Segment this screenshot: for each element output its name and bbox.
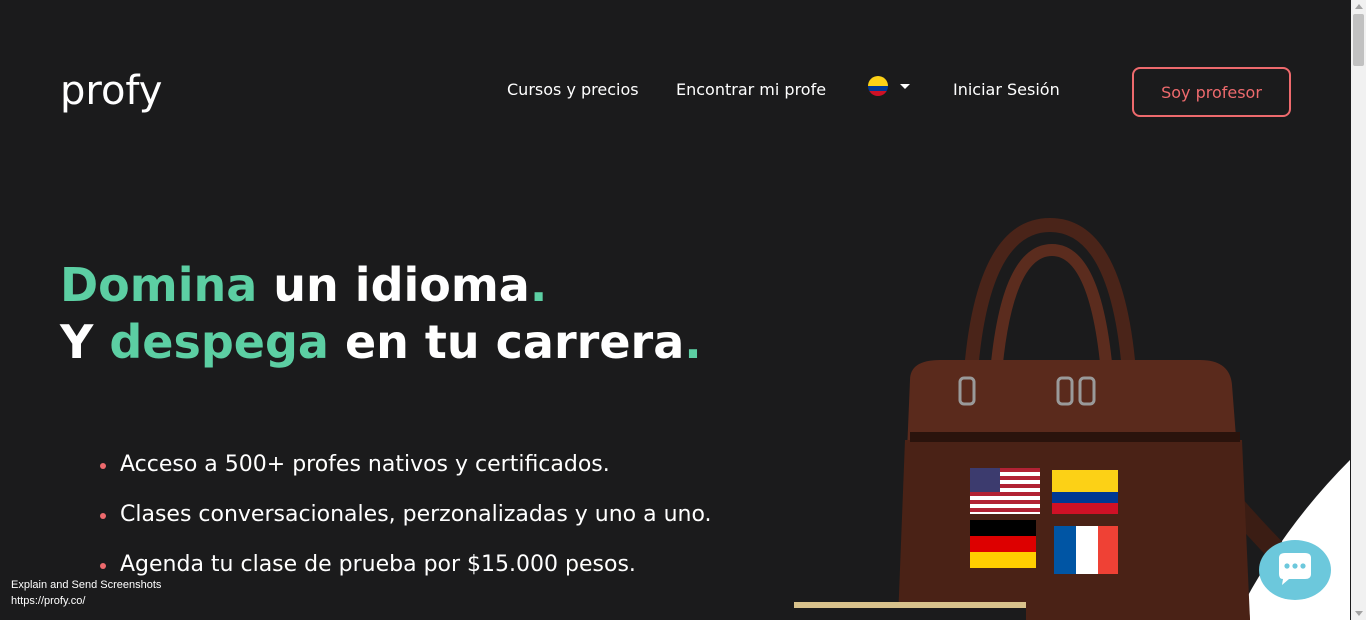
hero-green-word: Domina (60, 258, 258, 312)
list-item: Acceso a 500+ profes nativos y certifica… (98, 452, 712, 502)
hero-green-word: despega (109, 315, 329, 369)
language-dropdown[interactable] (868, 76, 914, 100)
list-item-text: Agenda tu clase de prueba por $15.000 pe… (120, 552, 636, 577)
hero-headline-line-2: Y despega en tu carrera. (60, 315, 702, 369)
overlay-url: https://profy.co/ (11, 595, 86, 607)
colombia-flag-icon (868, 76, 888, 96)
usa-flag-icon (970, 468, 1040, 514)
germany-flag-icon (970, 520, 1036, 568)
scroll-up-arrow-icon[interactable] (1355, 4, 1363, 9)
list-item: Clases conversacionales, perzonalizadas … (98, 502, 712, 552)
list-item-text: Clases conversacionales, perzonalizadas … (120, 502, 712, 527)
caret-down-icon (900, 84, 910, 89)
nav-iniciar-sesion[interactable]: Iniciar Sesión (953, 80, 1060, 99)
hero-white-text: Y (60, 315, 110, 369)
profy-logo[interactable]: profy (60, 66, 192, 116)
chat-button[interactable] (1259, 540, 1331, 600)
hero-white-text: en tu carrera (328, 315, 685, 369)
scrollbar-thumb[interactable] (1353, 14, 1364, 66)
hero-white-text: un idioma (257, 258, 530, 312)
list-item: Agenda tu clase de prueba por $15.000 pe… (98, 552, 712, 602)
feature-list: Acceso a 500+ profes nativos y certifica… (98, 452, 712, 602)
logo-text: profy (60, 68, 162, 114)
bullet-icon (100, 563, 106, 569)
nav-encontrar-mi-profe[interactable]: Encontrar mi profe (676, 80, 826, 99)
nav-cursos-y-precios[interactable]: Cursos y precios (507, 80, 639, 99)
france-flag-icon (1054, 526, 1118, 574)
bullet-icon (100, 513, 106, 519)
soy-profesor-button[interactable]: Soy profesor (1132, 67, 1291, 117)
hero-dot: . (684, 315, 702, 369)
scrollbar[interactable] (1351, 0, 1366, 620)
overlay-title: Explain and Send Screenshots (11, 579, 162, 591)
hero-dot: . (529, 258, 548, 312)
bullet-icon (100, 463, 106, 469)
chat-bubble-icon (1279, 553, 1311, 585)
book-box-label (794, 608, 1026, 620)
colombia-flag-icon (1052, 470, 1118, 514)
bag-zipper (910, 432, 1240, 442)
scroll-down-arrow-icon[interactable] (1355, 611, 1363, 616)
list-item-text: Acceso a 500+ profes nativos y certifica… (120, 452, 610, 477)
hero-headline-line-1: Domina un idioma. (60, 258, 547, 312)
